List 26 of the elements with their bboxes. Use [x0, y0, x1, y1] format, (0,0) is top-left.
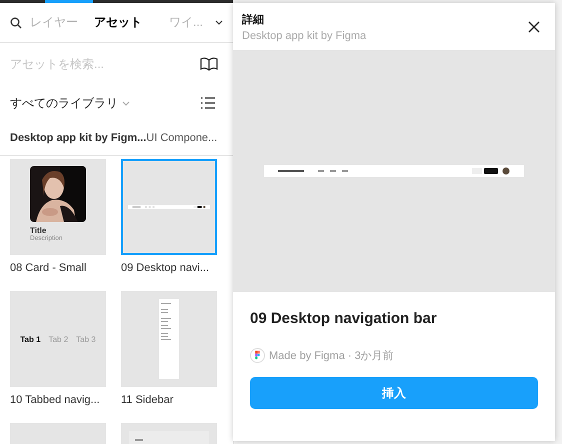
asset-thumbnail[interactable] — [121, 159, 217, 255]
panel-tab[interactable]: アセット — [94, 14, 148, 31]
chevron-icon[interactable] — [215, 20, 223, 25]
author-info: Made by Figma · 3か月前 — [269, 349, 394, 363]
breadcrumb-item[interactable]: UI Compone... — [146, 132, 218, 144]
tab-label: Tab 3 — [76, 334, 96, 344]
library-dropdown[interactable]: すべてのライブラリ — [10, 94, 130, 112]
book-icon[interactable] — [200, 57, 218, 71]
asset-name: 08 Card - Small — [10, 262, 88, 274]
list-view-icon[interactable] — [201, 97, 215, 109]
asset-name: 09 Desktop navi... — [121, 262, 210, 274]
asset-name: 11 Sidebar — [121, 394, 174, 406]
component-name: 09 Desktop navigation bar — [250, 310, 438, 327]
popup-subtitle: Desktop app kit by Figma — [242, 30, 366, 42]
close-icon[interactable] — [528, 20, 540, 32]
tab-label: Tab 2 — [48, 334, 68, 344]
chevron-icon — [122, 100, 130, 106]
asset-thumbnail[interactable] — [121, 291, 217, 387]
search-icon[interactable] — [10, 16, 22, 28]
logo-icon — [250, 348, 265, 363]
asset-name: 10 Tabbed navig... — [10, 394, 101, 406]
popup-title: 詳細 — [242, 12, 265, 26]
card-title: Title — [30, 226, 46, 235]
tab-label: Tab 1 — [20, 334, 41, 344]
breadcrumb-item[interactable]: Desktop app kit by Figm... — [10, 132, 146, 144]
asset-thumbnail[interactable]: Tab 1 Tab 2 Tab 3 — [10, 291, 106, 387]
